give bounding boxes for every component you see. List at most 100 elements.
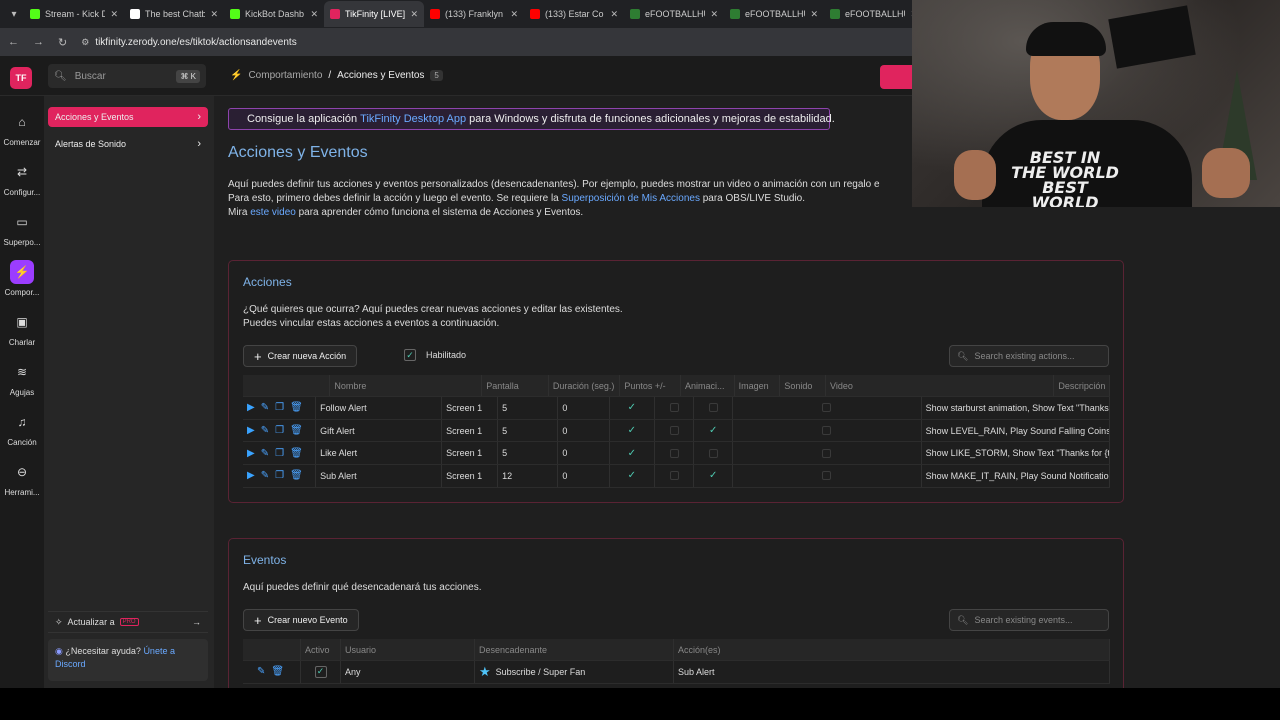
webcam-hand-right	[1202, 148, 1250, 198]
active-checkbox[interactable]: ✓	[314, 665, 327, 678]
overlay-link[interactable]: Superposición de Mis Acciones	[562, 193, 700, 204]
forward-icon[interactable]: →	[33, 36, 44, 48]
rail-label: Herrami...	[4, 488, 40, 497]
discord-icon: ◉	[55, 646, 63, 656]
promo-text-2: para Windows y disfruta de funciones adi…	[466, 113, 835, 125]
rail-item-7[interactable]: ⊖ Herrami...	[0, 460, 44, 497]
discord-link[interactable]: Únete a	[143, 646, 175, 656]
breadcrumb-current: Acciones y Eventos	[337, 70, 425, 81]
table-row[interactable]: ▶ ✎ ❐ 🗑︎ Like Alert Screen 1 5 0 ✓ Show LIKE_STOR…	[243, 442, 1111, 466]
upgrade-button[interactable]: ✧ Actualizar a PRO →	[48, 611, 208, 633]
events-title: Eventos	[243, 553, 287, 567]
rail-item-6[interactable]: ♫ Canción	[0, 410, 44, 447]
edit-icon[interactable]: ✎	[261, 402, 269, 413]
edit-icon[interactable]: ✎	[257, 666, 265, 677]
tab-favicon-icon	[230, 9, 240, 19]
trash-icon[interactable]: 🗑︎	[290, 402, 303, 413]
close-icon[interactable]: ✕	[610, 9, 618, 20]
rail-icon: ⇄	[16, 165, 28, 179]
create-action-button[interactable]: + Crear nueva Acción	[243, 345, 358, 367]
play-icon[interactable]: ▶	[247, 425, 255, 436]
rail-item-4[interactable]: ▣ Charlar	[0, 310, 44, 347]
rail-item-3[interactable]: ⚡ Compor...	[0, 260, 44, 297]
tab-5[interactable]: (133) Estar Co ✕	[524, 1, 624, 27]
discord-link-2[interactable]: Discord	[55, 659, 86, 669]
site-info-icon[interactable]: ⚙	[81, 37, 89, 48]
enabled-checkbox[interactable]: ✓	[404, 349, 416, 361]
breadcrumb-parent[interactable]: Comportamiento	[248, 70, 322, 81]
tab-4[interactable]: (133) Franklyn ✕	[424, 1, 524, 27]
copy-icon[interactable]: ❐	[275, 402, 284, 413]
edit-icon[interactable]: ✎	[261, 448, 269, 459]
tab-7[interactable]: eFOOTBALLHU ✕	[724, 1, 824, 27]
tab-8[interactable]: eFOOTBALLHU✕	[824, 1, 924, 27]
copy-icon[interactable]: ❐	[275, 448, 284, 459]
tab-title: (133) Franklyn	[445, 9, 504, 19]
desktop-app-link[interactable]: TikFinity Desktop App	[360, 113, 466, 125]
search-shortcut: ⌘ K	[176, 69, 200, 83]
rail-item-0[interactable]: ⌂ Comenzar	[0, 110, 44, 147]
search-input[interactable]: 🔍︎ Buscar ⌘ K	[48, 64, 206, 88]
enabled-filter[interactable]: ✓ Habilitado	[404, 349, 466, 361]
play-icon[interactable]: ▶	[247, 448, 255, 459]
actions-header-cell: Video	[826, 375, 1055, 396]
rail-icon: ≋	[16, 365, 28, 379]
tikfinity-logo[interactable]: TF	[10, 67, 32, 89]
close-icon[interactable]: ✕	[710, 9, 718, 20]
empty-checkbox	[669, 403, 679, 413]
cell-anim: ✓	[610, 442, 656, 465]
tab-3[interactable]: TikFinity [LIVE] ✕	[324, 1, 424, 27]
subnav-label: Alertas de Sonido	[55, 139, 127, 149]
rail-item-2[interactable]: ▭ Superpo...	[0, 210, 44, 247]
tab-title: The best Chatb	[145, 9, 206, 19]
play-icon[interactable]: ▶	[247, 470, 255, 481]
close-icon[interactable]: ✕	[210, 9, 218, 20]
trash-icon[interactable]: 🗑︎	[271, 666, 284, 677]
back-icon[interactable]: ←	[8, 36, 19, 48]
copy-icon[interactable]: ❐	[275, 470, 284, 481]
close-icon[interactable]: ✕	[510, 9, 518, 20]
cell-anim: ✓	[610, 397, 656, 419]
plus-icon: +	[254, 348, 262, 364]
trash-icon[interactable]: 🗑︎	[290, 448, 303, 459]
cell-image	[655, 397, 695, 419]
copy-icon[interactable]: ❐	[275, 425, 284, 436]
tab-search-icon[interactable]: ▾	[4, 4, 24, 24]
search-actions-placeholder: Search existing actions...	[974, 351, 1075, 361]
rail-item-1[interactable]: ⇄ Configur...	[0, 160, 44, 197]
cell-sound	[694, 397, 734, 419]
sub-navigation: Acciones y Eventos › Alertas de Sonido › ✧ …	[44, 96, 214, 688]
reload-icon[interactable]: ↻	[58, 36, 67, 49]
subnav-item-1[interactable]: Alertas de Sonido ›	[48, 134, 208, 154]
search-events-input[interactable]: 🔍︎ Search existing events...	[949, 609, 1109, 631]
tab-0[interactable]: Stream - Kick D ✕	[24, 1, 124, 27]
search-actions-input[interactable]: 🔍︎ Search existing actions...	[949, 345, 1109, 367]
events-description: Aquí puedes definir qué desencadenará tu…	[243, 582, 482, 593]
empty-checkbox	[669, 471, 679, 481]
trash-icon[interactable]: 🗑︎	[290, 425, 303, 436]
cell-image	[655, 465, 695, 487]
star-icon: ★	[479, 663, 491, 679]
table-row[interactable]: ▶ ✎ ❐ 🗑︎ Gift Alert Screen 1 5 0 ✓ ✓ Show LEVEL_RA…	[243, 419, 1111, 443]
tab-6[interactable]: eFOOTBALLHU ✕	[624, 1, 724, 27]
close-icon[interactable]: ✕	[110, 9, 118, 20]
actions-desc-1: ¿Qué quieres que ocurra? Aquí puedes cre…	[243, 304, 623, 315]
subnav-item-0[interactable]: Acciones y Eventos ›	[48, 107, 208, 127]
edit-icon[interactable]: ✎	[261, 425, 269, 436]
tab-2[interactable]: KickBot Dashb ✕	[224, 1, 324, 27]
table-row[interactable]: ▶ ✎ ❐ 🗑︎ Follow Alert Screen 1 5 0 ✓ Show starbur…	[243, 397, 1111, 420]
edit-icon[interactable]: ✎	[261, 470, 269, 481]
tab-title: TikFinity [LIVE]	[345, 9, 406, 19]
close-icon[interactable]: ✕	[310, 9, 318, 20]
create-event-button[interactable]: + Crear nuevo Evento	[243, 609, 359, 631]
table-row[interactable]: ▶ ✎ ❐ 🗑︎ Sub Alert Screen 1 12 0 ✓ ✓ Show MAKE_IT_…	[243, 465, 1111, 488]
trash-icon[interactable]: 🗑︎	[290, 470, 303, 481]
url-field[interactable]: tikfinity.zerody.one/es/tiktok/actionsan…	[95, 37, 296, 48]
play-icon[interactable]: ▶	[247, 402, 255, 413]
rail-item-5[interactable]: ≋ Agujas	[0, 360, 44, 397]
close-icon[interactable]: ✕	[810, 9, 818, 20]
tab-1[interactable]: The best Chatb ✕	[124, 1, 224, 27]
table-row[interactable]: ✎ 🗑︎ ✓ Any ★ Subscribe / Super Fan Sub Alert	[243, 661, 1110, 684]
video-link[interactable]: este video	[250, 207, 296, 218]
close-icon[interactable]: ✕	[410, 9, 418, 20]
